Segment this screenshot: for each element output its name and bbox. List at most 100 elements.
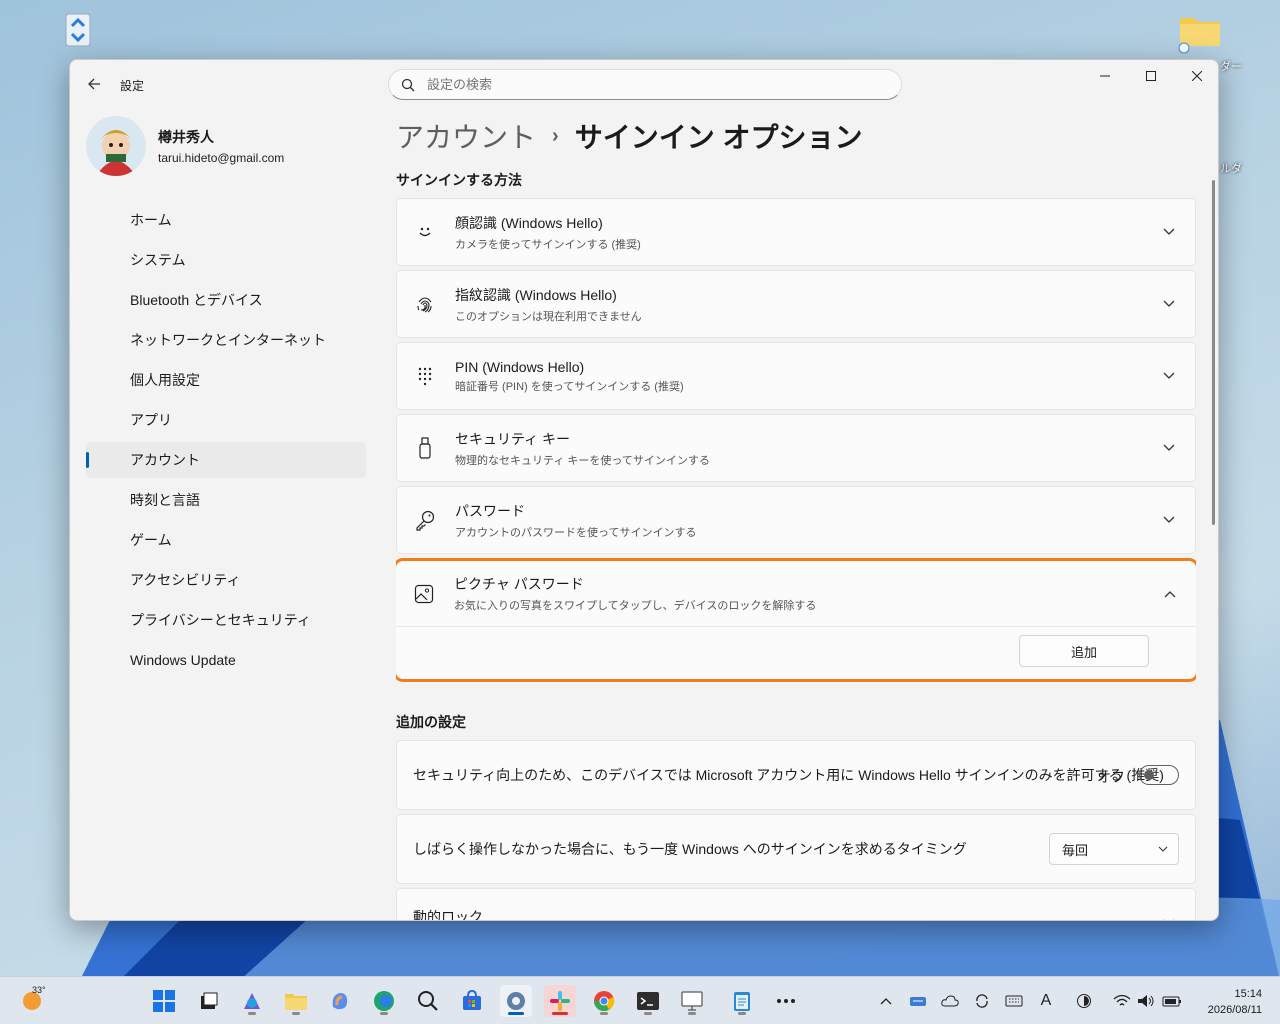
- add-picture-password-button[interactable]: 追加: [1019, 635, 1149, 667]
- sidebar-item-label: アクセシビリティ: [130, 572, 241, 588]
- method-desc: このオプションは現在利用できません: [455, 310, 642, 323]
- setting-dynamic-lock[interactable]: 動的ロック: [396, 888, 1196, 920]
- profile-name: 樽井秀人: [158, 129, 214, 145]
- sidebar-item-label: アプリ: [130, 412, 172, 428]
- breadcrumb-parent[interactable]: アカウント: [396, 116, 536, 156]
- sidebar-item-accessibility[interactable]: アクセシビリティ: [86, 562, 366, 598]
- weather-widget[interactable]: 33°: [20, 985, 46, 1016]
- clock-time: 15:14: [1234, 988, 1262, 1000]
- signin-method-face[interactable]: 顔認識 (Windows Hello) カメラを使ってサインインする (推奨): [396, 198, 1196, 266]
- m365-icon[interactable]: [236, 985, 268, 1017]
- sidebar-item-label: Bluetooth とデバイス: [130, 292, 263, 308]
- timing-dropdown[interactable]: 毎回: [1049, 833, 1179, 865]
- user-profile[interactable]: 樽井秀人 tarui.hideto@gmail.com: [86, 116, 284, 176]
- focus-icon[interactable]: [1074, 991, 1094, 1011]
- avatar: [86, 116, 146, 176]
- store-icon[interactable]: [456, 985, 488, 1017]
- keyboard-icon[interactable]: [1004, 991, 1024, 1011]
- sidebar-item-label: 時刻と言語: [130, 492, 200, 508]
- copilot-icon[interactable]: [324, 985, 356, 1017]
- picture-password-header[interactable]: ピクチャ パスワード お気に入りの写真をスワイプしてタップし、デバイスのロックを解…: [396, 561, 1196, 627]
- battery-icon[interactable]: [1162, 991, 1182, 1011]
- terminal-icon[interactable]: [632, 985, 664, 1017]
- chevron-up-icon[interactable]: [1162, 586, 1178, 602]
- chevron-up-icon[interactable]: [876, 991, 896, 1011]
- chevron-down-icon[interactable]: [1161, 296, 1177, 312]
- volume-icon[interactable]: [1136, 991, 1156, 1011]
- breadcrumb-separator: ›: [552, 124, 559, 147]
- section-title-additional: 追加の設定: [396, 714, 466, 730]
- recycle-bin-icon[interactable]: [58, 8, 98, 48]
- scrollbar[interactable]: [1212, 180, 1215, 525]
- chevron-down-icon[interactable]: [1161, 915, 1177, 920]
- sidebar-item-label: Windows Update: [130, 652, 236, 668]
- wifi-icon[interactable]: [1112, 991, 1132, 1011]
- setting-label: セキュリティ向上のため、このデバイスでは Microsoft アカウント用に W…: [413, 767, 1164, 783]
- sidebar-item-label: プライバシーとセキュリティ: [130, 612, 311, 628]
- maximize-button[interactable]: [1128, 60, 1174, 92]
- sidebar-item-gaming[interactable]: ゲーム: [86, 522, 366, 558]
- chevron-down-icon[interactable]: [1161, 368, 1177, 384]
- search-taskbar-icon[interactable]: [412, 985, 444, 1017]
- sidebar-item-label: 個人用設定: [130, 372, 200, 388]
- method-desc: カメラを使ってサインインする (推奨): [455, 238, 641, 251]
- search-input[interactable]: [427, 77, 847, 92]
- sidebar-item-accounts[interactable]: アカウント: [86, 442, 366, 478]
- search-box[interactable]: [388, 69, 902, 100]
- signin-method-pin[interactable]: PIN (Windows Hello) 暗証番号 (PIN) を使ってサインインす…: [396, 342, 1196, 410]
- signin-method-picture-password: ピクチャ パスワード お気に入りの写真をスワイプしてタップし、デバイスのロックを解…: [396, 558, 1196, 682]
- minimize-button[interactable]: [1082, 60, 1128, 92]
- edge-icon[interactable]: [368, 985, 400, 1017]
- chevron-down-icon[interactable]: [1161, 440, 1177, 456]
- sidebar-item-system[interactable]: システム: [86, 242, 366, 278]
- more-apps-icon[interactable]: [770, 985, 802, 1017]
- signin-method-fingerprint[interactable]: 指紋認識 (Windows Hello) このオプションは現在利用できません: [396, 270, 1196, 338]
- toggle-state: オフ: [1097, 769, 1125, 785]
- close-icon: [1192, 71, 1202, 81]
- picture-icon: [412, 582, 436, 606]
- sidebar-item-network[interactable]: ネットワークとインターネット: [86, 322, 366, 358]
- folder-icon[interactable]: [1178, 10, 1220, 54]
- back-button[interactable]: [82, 72, 106, 96]
- sync-icon[interactable]: [972, 991, 992, 1011]
- notepad-icon[interactable]: [726, 985, 758, 1017]
- page-title: サインイン オプション: [574, 122, 863, 153]
- tray-app-icon[interactable]: [908, 991, 928, 1011]
- taskbar: 33° A 15:14 2026/08/11: [0, 976, 1280, 1024]
- clock[interactable]: 15:14 2026/08/11: [1208, 986, 1262, 1018]
- start-icon[interactable]: [148, 985, 180, 1017]
- ime-mode-indicator[interactable]: A: [1036, 991, 1056, 1011]
- dropdown-value: 毎回: [1062, 842, 1089, 858]
- method-title: ピクチャ パスワード: [454, 576, 584, 592]
- hello-only-toggle[interactable]: [1139, 765, 1179, 785]
- title-bar: 設定: [70, 60, 1218, 108]
- sidebar-item-privacy[interactable]: プライバシーとセキュリティ: [86, 602, 366, 638]
- face-icon: [413, 220, 437, 244]
- app-title: 設定: [120, 79, 145, 93]
- slack-icon[interactable]: [544, 985, 576, 1017]
- signin-method-password[interactable]: パスワード アカウントのパスワードを使ってサインインする: [396, 486, 1196, 554]
- main-content: アカウント › サインイン オプション サインインする方法 顔認識 (Windo…: [396, 116, 1196, 920]
- file-explorer-icon[interactable]: [280, 985, 312, 1017]
- chevron-down-icon[interactable]: [1161, 512, 1177, 528]
- task-view-icon[interactable]: [192, 985, 224, 1017]
- sidebar-item-personalization[interactable]: 個人用設定: [86, 362, 366, 398]
- signin-method-security-key[interactable]: セキュリティ キー 物理的なセキュリティ キーを使ってサインインする: [396, 414, 1196, 482]
- sidebar-item-bluetooth[interactable]: Bluetooth とデバイス: [86, 282, 366, 318]
- breadcrumb: アカウント › サインイン オプション: [396, 116, 1196, 156]
- setting-hello-only: セキュリティ向上のため、このデバイスでは Microsoft アカウント用に W…: [396, 740, 1196, 810]
- close-button[interactable]: [1174, 60, 1218, 92]
- sidebar-item-time-language[interactable]: 時刻と言語: [86, 482, 366, 518]
- sidebar-item-apps[interactable]: アプリ: [86, 402, 366, 438]
- chevron-down-icon[interactable]: [1161, 224, 1177, 240]
- cloud-sync-icon[interactable]: [940, 991, 960, 1011]
- remote-desktop-icon[interactable]: [676, 985, 708, 1017]
- chrome-icon[interactable]: [588, 985, 620, 1017]
- method-title: 顔認識 (Windows Hello): [455, 214, 603, 231]
- settings-window: 設定 樽井秀人 tarui.hideto@gmail.com ホーム システム …: [69, 59, 1219, 921]
- usb-key-icon: [413, 436, 437, 460]
- settings-app-icon[interactable]: [500, 985, 532, 1017]
- sidebar-item-windows-update[interactable]: Windows Update: [86, 642, 366, 678]
- setting-signin-timing: しばらく操作しなかった場合に、もう一度 Windows へのサインインを求めるタ…: [396, 814, 1196, 884]
- sidebar-item-home[interactable]: ホーム: [86, 202, 366, 238]
